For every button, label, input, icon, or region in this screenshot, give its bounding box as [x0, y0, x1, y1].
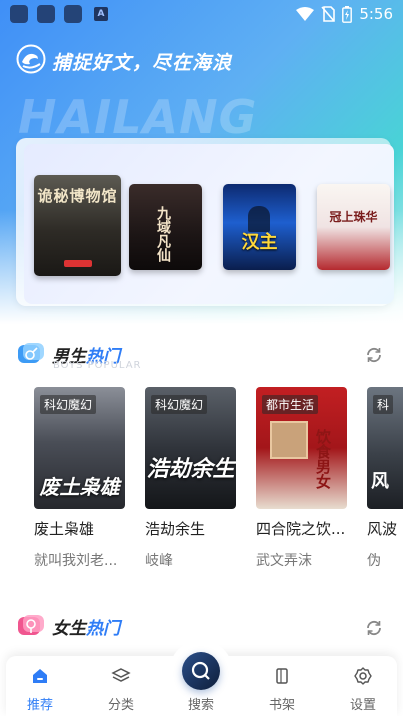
wifi-icon	[296, 7, 315, 21]
section-subtitle: BOYS POPULAR	[53, 360, 142, 371]
tab-recommend[interactable]: 推荐	[10, 666, 70, 713]
book-title[interactable]: 浩劫余生	[145, 518, 245, 539]
search-icon	[191, 661, 210, 680]
tab-label: 推荐	[26, 698, 53, 713]
banner-book-title: 九域凡仙	[155, 206, 171, 262]
book-author: 就叫我刘老...	[34, 553, 118, 569]
book-cover[interactable]: 科幻魔幻 浩劫余生	[145, 387, 236, 509]
home-icon	[33, 669, 47, 683]
notification-icon	[10, 5, 28, 23]
book-title[interactable]: 风波	[367, 518, 403, 539]
clock-time: 5:56	[359, 5, 393, 23]
banner-book-cover[interactable]: 冠上珠华	[317, 184, 390, 270]
section-title-part: 女生	[52, 619, 86, 639]
cover-text: 风	[371, 471, 389, 492]
notification-icon	[64, 5, 82, 23]
book-cover[interactable]: 科 风	[367, 387, 403, 509]
no-sim-icon	[321, 6, 336, 22]
book-cover[interactable]: 都市生活 饮食男女	[256, 387, 347, 509]
tab-settings[interactable]: 设置	[333, 666, 393, 713]
genre-tag: 科幻魔幻	[40, 395, 97, 414]
book-author: 伪	[367, 553, 381, 569]
hailang-logo	[16, 44, 46, 74]
status-bar: A 5:56	[0, 0, 403, 28]
book-title[interactable]: 四合院之饮...	[256, 518, 356, 539]
book-cover[interactable]: 科幻魔幻 废土枭雄	[34, 387, 125, 509]
search-button[interactable]	[182, 652, 220, 690]
cover-text: 浩劫余生	[146, 457, 235, 482]
book-title[interactable]: 废土枭雄	[34, 518, 134, 539]
refresh-icon[interactable]	[364, 345, 384, 365]
female-icon	[18, 615, 44, 635]
tab-search-label[interactable]: 搜索	[171, 694, 231, 713]
banner-book-cover[interactable]: 诡秘博物馆	[34, 175, 121, 276]
notification-icon	[37, 5, 55, 23]
tab-label: 书架	[268, 698, 295, 713]
slogan: 捕捉好文，尽在海浪	[52, 52, 233, 74]
banner-book-cover[interactable]: 汉主	[223, 184, 296, 270]
section-title-female: 女生热门	[52, 614, 120, 639]
cover-text: 废土枭雄	[39, 475, 120, 499]
banner-book-title: 冠上珠华	[329, 210, 378, 224]
genre-tag: 科幻魔幻	[151, 395, 208, 414]
keyboard-notification-icon: A	[94, 7, 108, 21]
layers-icon	[111, 668, 131, 682]
refresh-icon[interactable]	[364, 618, 384, 638]
banner-book-title: 诡秘博物馆	[37, 187, 118, 205]
genre-tag: 都市生活	[262, 395, 319, 414]
tab-label: 分类	[107, 698, 134, 713]
tab-label: 设置	[349, 698, 376, 713]
banner-book-title: 汉主	[241, 232, 278, 253]
battery-icon	[342, 5, 353, 23]
banner-book-cover[interactable]: 九域凡仙	[129, 184, 202, 270]
book-author: 武文弄沫	[256, 553, 312, 569]
gear-icon	[354, 667, 372, 685]
brand-watermark: HAILANG	[18, 90, 258, 144]
cover-text: 饮食男女	[314, 429, 332, 489]
bookshelf-icon	[276, 668, 288, 684]
tab-bookshelf[interactable]: 书架	[252, 666, 312, 713]
genre-tag: 科	[373, 395, 394, 414]
male-icon	[18, 343, 44, 363]
book-author: 岐峰	[145, 553, 173, 569]
tab-category[interactable]: 分类	[91, 666, 151, 713]
section-title-part: 热门	[86, 619, 120, 639]
